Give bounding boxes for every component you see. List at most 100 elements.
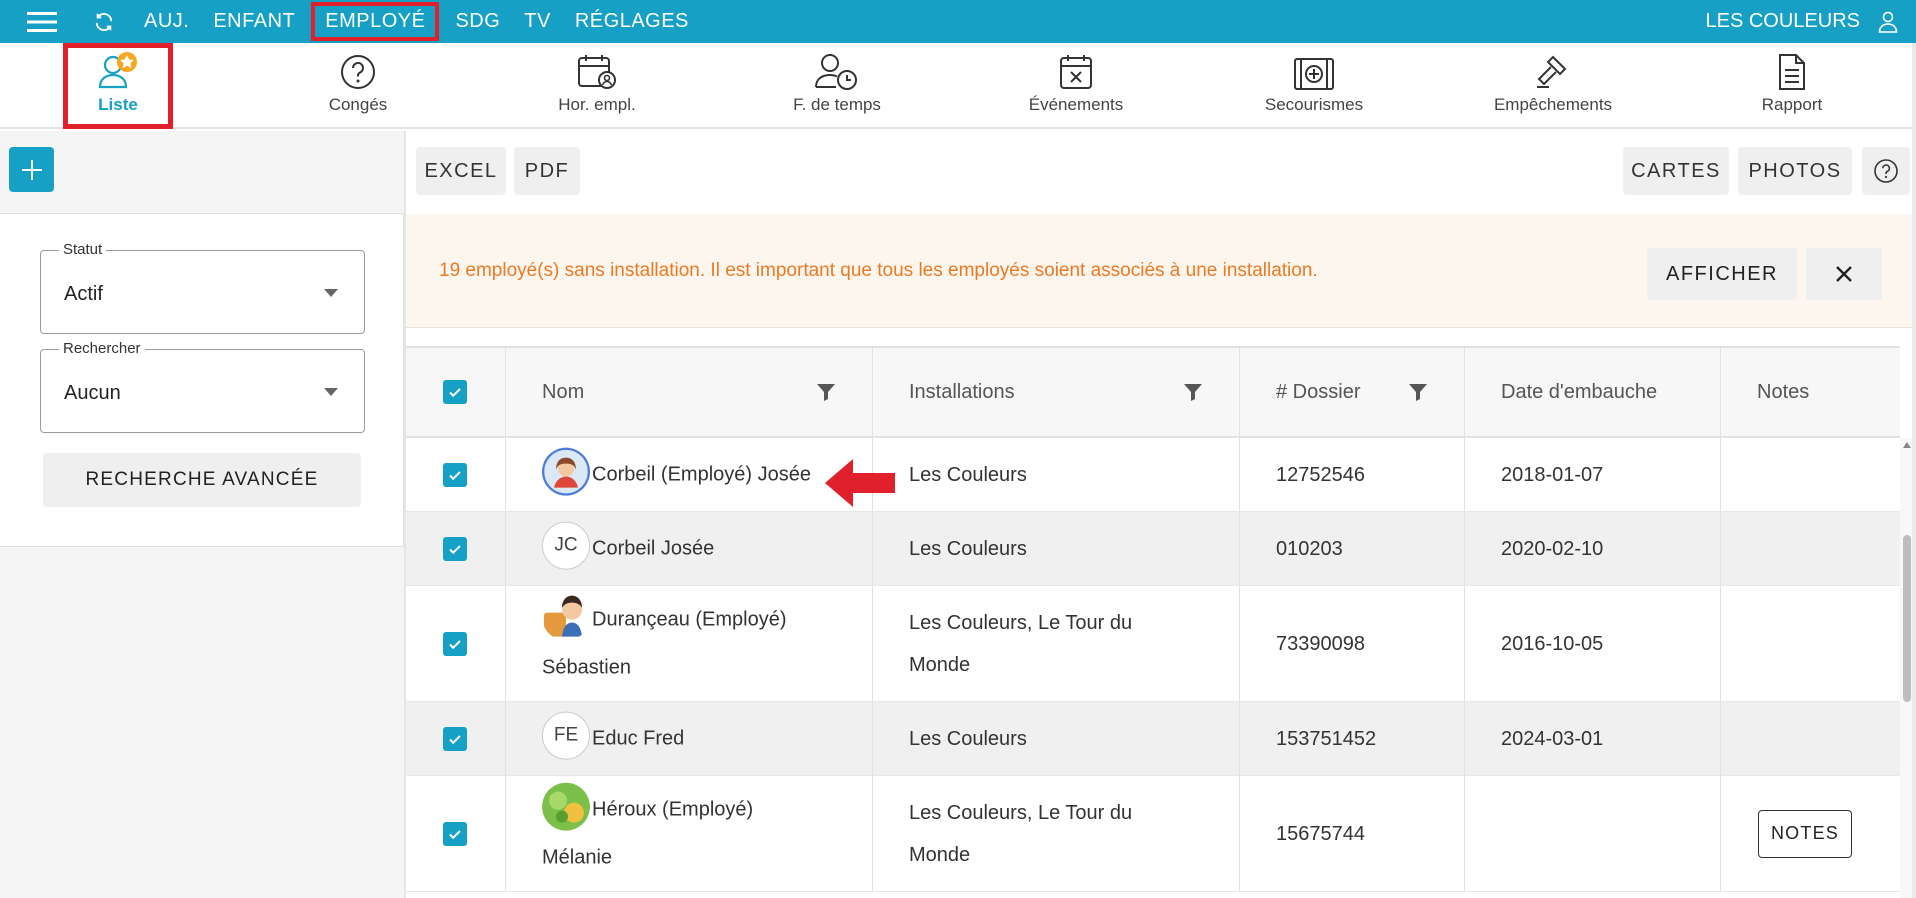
tab-hor-empl[interactable]: Hor. empl. <box>522 43 672 129</box>
tab-secourismes-label: Secourismes <box>1264 95 1364 114</box>
nav-auj[interactable]: AUJ. <box>132 0 201 43</box>
row-checkbox[interactable] <box>443 631 467 656</box>
tab-evenements[interactable]: Événements <box>1001 43 1151 129</box>
help-button[interactable] <box>1862 147 1910 195</box>
gavel-icon <box>1537 55 1567 88</box>
select-all-cell <box>406 348 506 436</box>
row-checkbox[interactable] <box>443 726 467 751</box>
add-employee-button[interactable] <box>9 147 54 192</box>
red-arrow-annotation-icon <box>825 459 895 507</box>
rechercher-value: Aucun <box>64 382 121 404</box>
employee-subtabs: Liste Congés Hor. empl. F. de temps Évén… <box>0 43 1916 129</box>
table-row[interactable]: Durançeau (Employé) Sébastien Les Couleur… <box>406 586 1900 702</box>
installations-line: Monde <box>909 843 971 866</box>
excel-button[interactable]: EXCEL <box>416 147 506 195</box>
user-account-icon[interactable] <box>1860 0 1916 43</box>
employee-name-text: Educ Fred <box>592 727 685 750</box>
tab-empechements[interactable]: Empêchements <box>1478 43 1628 129</box>
tab-rapport[interactable]: Rapport <box>1717 43 1867 129</box>
column-embauche-label: Date d'embauche <box>1501 380 1658 403</box>
row-checkbox[interactable] <box>443 462 467 487</box>
first-aid-icon <box>1294 58 1334 90</box>
nav-reglages[interactable]: RÉGLAGES <box>563 0 701 43</box>
nav-enfant[interactable]: ENFANT <box>201 0 307 43</box>
installations-cell: Les Couleurs <box>909 727 1027 750</box>
scrollbar-thumb[interactable] <box>1903 535 1911 702</box>
tab-conges[interactable]: Congés <box>283 43 433 129</box>
hire-date-cell: 2016-10-05 <box>1501 632 1604 655</box>
hire-date-cell: 2024-03-01 <box>1501 727 1604 750</box>
tab-f-de-temps[interactable]: F. de temps <box>762 43 912 129</box>
filter-icon[interactable] <box>1183 382 1203 402</box>
employee-name[interactable]: JC Corbeil Josée <box>542 521 842 573</box>
installations-cell: Les Couleurs, Le Tour du Monde <box>909 602 1132 686</box>
hamburger-menu-icon[interactable] <box>0 0 84 43</box>
installations-line: Les Couleurs, Le Tour du <box>909 801 1133 824</box>
row-checkbox[interactable] <box>443 536 467 561</box>
organization-name[interactable]: LES COULEURS <box>1706 10 1861 33</box>
statut-select[interactable]: Statut Actif <box>40 241 365 334</box>
column-dossier-label: # Dossier <box>1276 380 1361 403</box>
table-row[interactable]: JC Corbeil Josée Les Couleurs 010203 2020… <box>406 512 1900 586</box>
tab-secourismes[interactable]: Secourismes <box>1239 43 1389 129</box>
filter-icon[interactable] <box>816 382 836 402</box>
scroll-up-arrow-icon[interactable] <box>1903 442 1911 448</box>
nav-tv[interactable]: TV <box>512 0 563 43</box>
calendar-person-icon <box>578 55 616 89</box>
filter-sidebar: Statut Actif Rechercher Aucun RECHERCHE … <box>0 131 404 898</box>
tab-liste-label: Liste <box>98 95 138 114</box>
column-header-installations[interactable]: Installations <box>873 348 1240 436</box>
pdf-button[interactable]: PDF <box>514 147 580 195</box>
row-checkbox[interactable] <box>443 821 467 846</box>
table-row[interactable]: Héroux (Employé) Mélanie Les Couleurs, Le… <box>406 776 1900 892</box>
cartes-button[interactable]: CARTES <box>1623 147 1729 195</box>
installations-line: Les Couleurs, Le Tour du <box>909 611 1133 634</box>
employee-name[interactable]: Durançeau (Employé) Sébastien <box>542 595 842 692</box>
employee-name-text: Sébastien <box>542 656 631 679</box>
filter-icon[interactable] <box>1408 382 1428 402</box>
column-header-dossier[interactable]: # Dossier <box>1240 348 1465 436</box>
table-header: Nom Installations # Dossier Date d'embau… <box>406 346 1900 438</box>
tab-liste[interactable]: Liste <box>63 43 173 129</box>
column-installations-label: Installations <box>909 380 1015 403</box>
tab-rapport-label: Rapport <box>1761 95 1823 114</box>
employee-list-icon <box>98 52 137 89</box>
employee-name[interactable]: Corbeil (Employé) Josée <box>542 447 842 499</box>
employee-name-text: Durançeau (Employé) <box>592 608 787 631</box>
dossier-cell: 15675744 <box>1276 822 1365 845</box>
table-row[interactable]: Corbeil (Employé) Josée Les Couleurs 127… <box>406 438 1900 512</box>
installations-line: Monde <box>909 653 971 676</box>
advanced-search-button[interactable]: RECHERCHE AVANCÉE <box>43 453 361 507</box>
plus-icon <box>21 159 42 180</box>
tab-conges-label: Congés <box>328 95 388 114</box>
employee-name-text: Mélanie <box>542 846 613 869</box>
tab-empechements-label: Empêchements <box>1493 95 1613 114</box>
afficher-button[interactable]: AFFICHER <box>1647 248 1797 300</box>
employee-name[interactable]: FE Educ Fred <box>542 711 842 763</box>
avatar <box>542 782 590 831</box>
refresh-icon[interactable] <box>84 0 124 43</box>
employee-name-text: Corbeil (Employé) Josée <box>592 463 811 486</box>
dossier-cell: 73390098 <box>1276 632 1365 655</box>
column-header-notes[interactable]: Notes <box>1721 348 1900 436</box>
rechercher-select[interactable]: Rechercher Aucun <box>40 340 365 433</box>
tab-hor-empl-label: Hor. empl. <box>558 95 636 114</box>
dossier-cell: 153751452 <box>1276 727 1377 750</box>
avatar <box>544 595 582 637</box>
select-all-checkbox[interactable] <box>443 380 467 404</box>
nav-employe[interactable]: EMPLOYÉ <box>309 0 441 43</box>
close-icon[interactable] <box>1806 248 1882 300</box>
employee-name-text: Corbeil Josée <box>592 537 715 560</box>
nav-sdg[interactable]: SDG <box>443 0 512 43</box>
table-row[interactable]: FE Educ Fred Les Couleurs 153751452 2024-… <box>406 702 1900 776</box>
column-header-embauche[interactable]: Date d'embauche <box>1465 348 1721 436</box>
notes-button[interactable]: NOTES <box>1758 809 1852 858</box>
dossier-cell: 010203 <box>1276 537 1343 560</box>
photos-button[interactable]: PHOTOS <box>1738 147 1852 195</box>
column-notes-label: Notes <box>1757 380 1810 403</box>
question-circle-icon <box>341 55 375 89</box>
employee-name[interactable]: Héroux (Employé) Mélanie <box>542 782 842 882</box>
column-header-nom[interactable]: Nom <box>506 348 873 436</box>
tab-evenements-label: Événements <box>1028 95 1124 114</box>
dossier-cell: 12752546 <box>1276 463 1365 486</box>
